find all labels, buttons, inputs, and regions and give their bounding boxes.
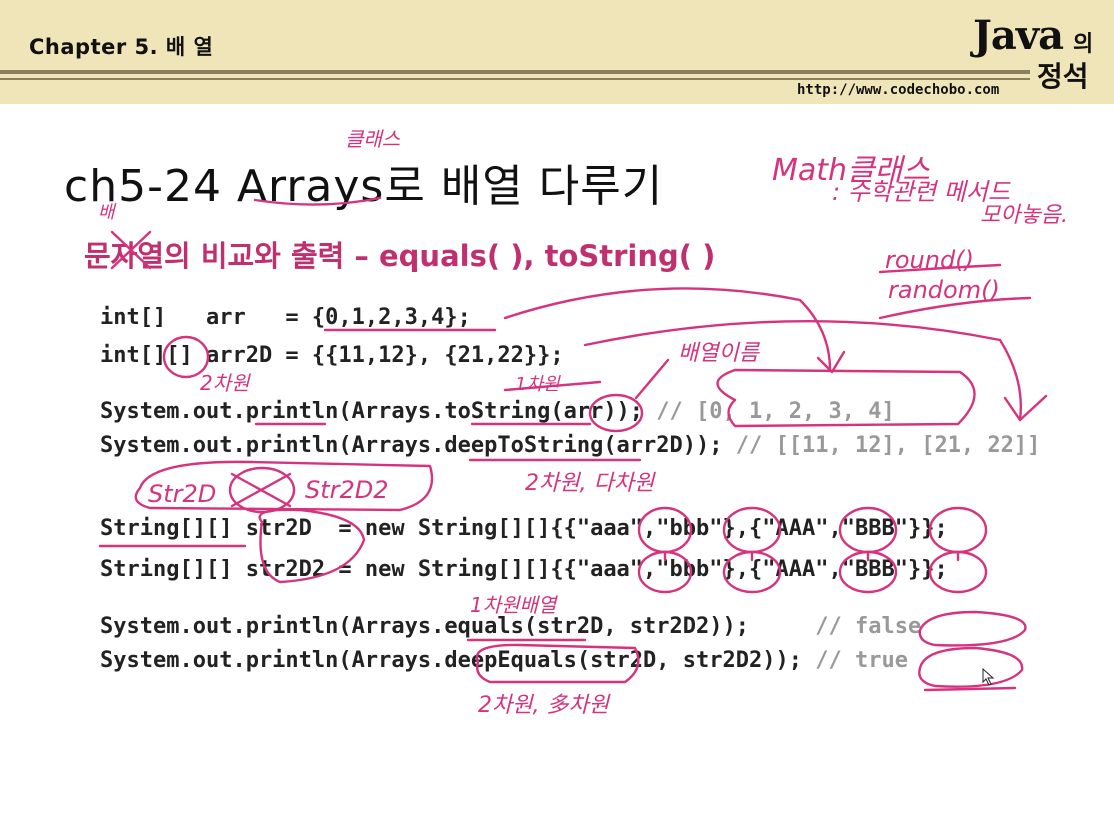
code-statement: System.out.println(Arrays.equals(str2D, … — [100, 614, 816, 639]
code-line-8: System.out.println(Arrays.deepEquals(str… — [100, 648, 908, 673]
code-line-5: String[][] str2D = new String[][]{{"aaa"… — [100, 516, 948, 541]
slide-title: ch5-24 Arrays로 배열 다루기 — [64, 161, 664, 212]
underline-true — [923, 686, 1017, 692]
code-line-1: int[] arr = {0,1,2,3,4}; — [100, 305, 471, 330]
code-statement: System.out.println(Arrays.toString(arr))… — [100, 399, 657, 424]
note-str2d: Str2D — [148, 480, 216, 508]
note-random: random() — [888, 276, 1000, 304]
note-math-desc: : 수학관련 메서드 — [832, 178, 1011, 206]
code-line-4: System.out.println(Arrays.deepToString(a… — [100, 433, 1040, 458]
header-rule-thin — [0, 78, 1030, 80]
note-2d: 2차원 — [200, 371, 251, 395]
code-comment: // [[11, 12], [21, 22]] — [735, 433, 1041, 458]
underline-random — [878, 296, 1032, 320]
circle-true — [918, 646, 1024, 688]
arrowhead-arr2d — [1003, 394, 1048, 422]
slide-subtitle: 문자열의 비교와 출력 – equals( ), toString( ) — [84, 239, 716, 273]
note-array-name: 배열이름 — [678, 341, 761, 366]
code-comment: // [0, 1, 2, 3, 4] — [656, 399, 895, 424]
note-str2d2: Str2D2 — [305, 476, 389, 504]
note-2d-multi: 2차원, 多차원 — [478, 693, 611, 718]
code-comment: // false — [815, 614, 922, 639]
book-logo: Java — [973, 12, 1064, 59]
book-logo-suffix: 의 — [1073, 32, 1094, 57]
note-math-class: Math클래스 — [772, 153, 930, 188]
code-line-6: String[][] str2D2 = new String[][]{{"aaa… — [100, 557, 948, 582]
circle-str-labels — [134, 460, 434, 512]
code-comment: // true — [815, 648, 908, 673]
note-math-collect: 모아놓음. — [980, 203, 1068, 228]
site-url: http://www.codechobo.com — [797, 82, 1000, 98]
underline-1d — [503, 380, 602, 392]
mouse-cursor-icon — [982, 668, 995, 686]
slide-header: Chapter 5. 배 열 Java 의 정석 http://www.code… — [0, 0, 1114, 104]
circle-false — [918, 610, 1027, 647]
code-line-7: System.out.println(Arrays.equals(str2D, … — [100, 614, 921, 639]
underline-round — [878, 263, 1002, 274]
code-line-3: System.out.println(Arrays.toString(arr))… — [100, 399, 895, 424]
header-rule — [0, 70, 1030, 74]
book-logo-subtitle: 정석 — [1037, 60, 1089, 93]
cross-out — [230, 472, 292, 508]
note-2d-md: 2차원, 다차원 — [525, 471, 656, 496]
code-line-2: int[][] arr2D = {{11,12}, {21,22}}; — [100, 343, 564, 368]
arrowhead-arr — [816, 350, 846, 374]
note-1d: 1차원 — [515, 374, 561, 395]
arrow-array-name — [634, 358, 670, 400]
circle-crossed — [228, 466, 296, 514]
code-statement: System.out.println(Arrays.deepEquals(str… — [100, 648, 816, 673]
note-class: 클래스 — [345, 127, 401, 151]
chapter-label: Chapter 5. 배 열 — [29, 35, 214, 59]
code-statement: System.out.println(Arrays.deepToString(a… — [100, 433, 736, 458]
note-round: round() — [885, 246, 974, 274]
